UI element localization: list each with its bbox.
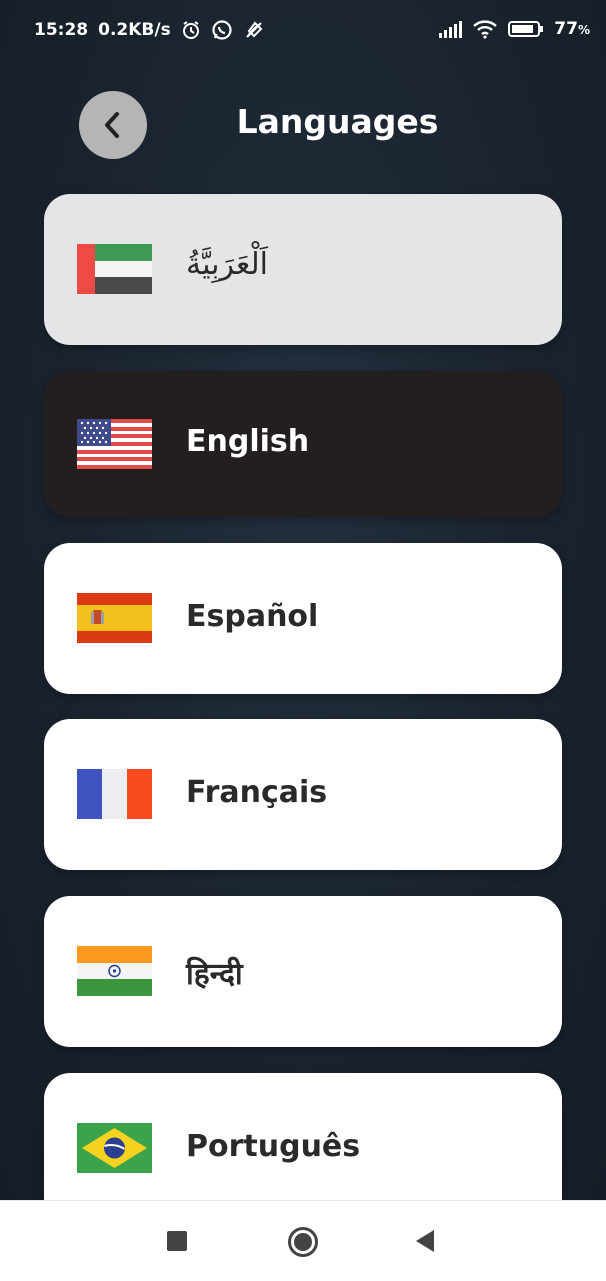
language-item-english[interactable]: English <box>44 371 562 517</box>
language-label: Português <box>186 1129 361 1164</box>
triangle-back-icon <box>416 1230 434 1252</box>
whatsapp-icon <box>211 19 233 41</box>
language-label: English <box>186 424 310 459</box>
status-right: 77% <box>438 19 590 39</box>
system-navigation-bar <box>0 1200 606 1281</box>
language-item-portuguese[interactable]: Português <box>44 1073 562 1200</box>
language-item-spanish[interactable]: Español <box>44 543 562 694</box>
language-label: اَلْعَرَبِيَّةُ <box>186 247 268 282</box>
language-label: Français <box>186 775 328 810</box>
alarm-icon <box>181 20 201 40</box>
page-title: Languages <box>236 102 439 141</box>
battery-icon <box>508 20 544 38</box>
uae-flag-icon <box>77 244 152 294</box>
language-item-hindi[interactable]: हिन्दी <box>44 896 562 1047</box>
mute-icon <box>243 19 265 41</box>
brazil-flag-icon <box>77 1123 152 1173</box>
france-flag-icon <box>77 769 152 819</box>
back-nav-button[interactable] <box>412 1228 438 1254</box>
signal-icon <box>438 20 463 38</box>
status-time: 15:28 <box>34 20 89 40</box>
status-speed: 0.2KB/s <box>98 20 171 40</box>
home-button[interactable] <box>286 1225 320 1259</box>
language-label: हिन्दी <box>186 957 243 992</box>
status-bar: 15:28 0.2KB/s 77% <box>0 0 606 60</box>
recents-button[interactable] <box>164 1228 190 1254</box>
status-left: 15:28 0.2KB/s <box>34 19 265 41</box>
language-screen: 15:28 0.2KB/s 77% Languages اَلْعَرَبِيَ… <box>0 0 606 1200</box>
language-item-arabic[interactable]: اَلْعَرَبِيَّةُ <box>44 194 562 345</box>
chevron-left-icon <box>105 112 119 138</box>
circle-home-icon <box>288 1227 318 1257</box>
battery-percent: 77% <box>554 19 590 39</box>
language-item-french[interactable]: Français <box>44 719 562 870</box>
language-label: Español <box>186 599 319 634</box>
wifi-icon <box>472 19 498 39</box>
square-icon <box>167 1231 187 1251</box>
us-flag-icon <box>77 419 152 469</box>
india-flag-icon <box>77 946 152 996</box>
back-button[interactable] <box>79 91 147 159</box>
spain-flag-icon <box>77 593 152 643</box>
